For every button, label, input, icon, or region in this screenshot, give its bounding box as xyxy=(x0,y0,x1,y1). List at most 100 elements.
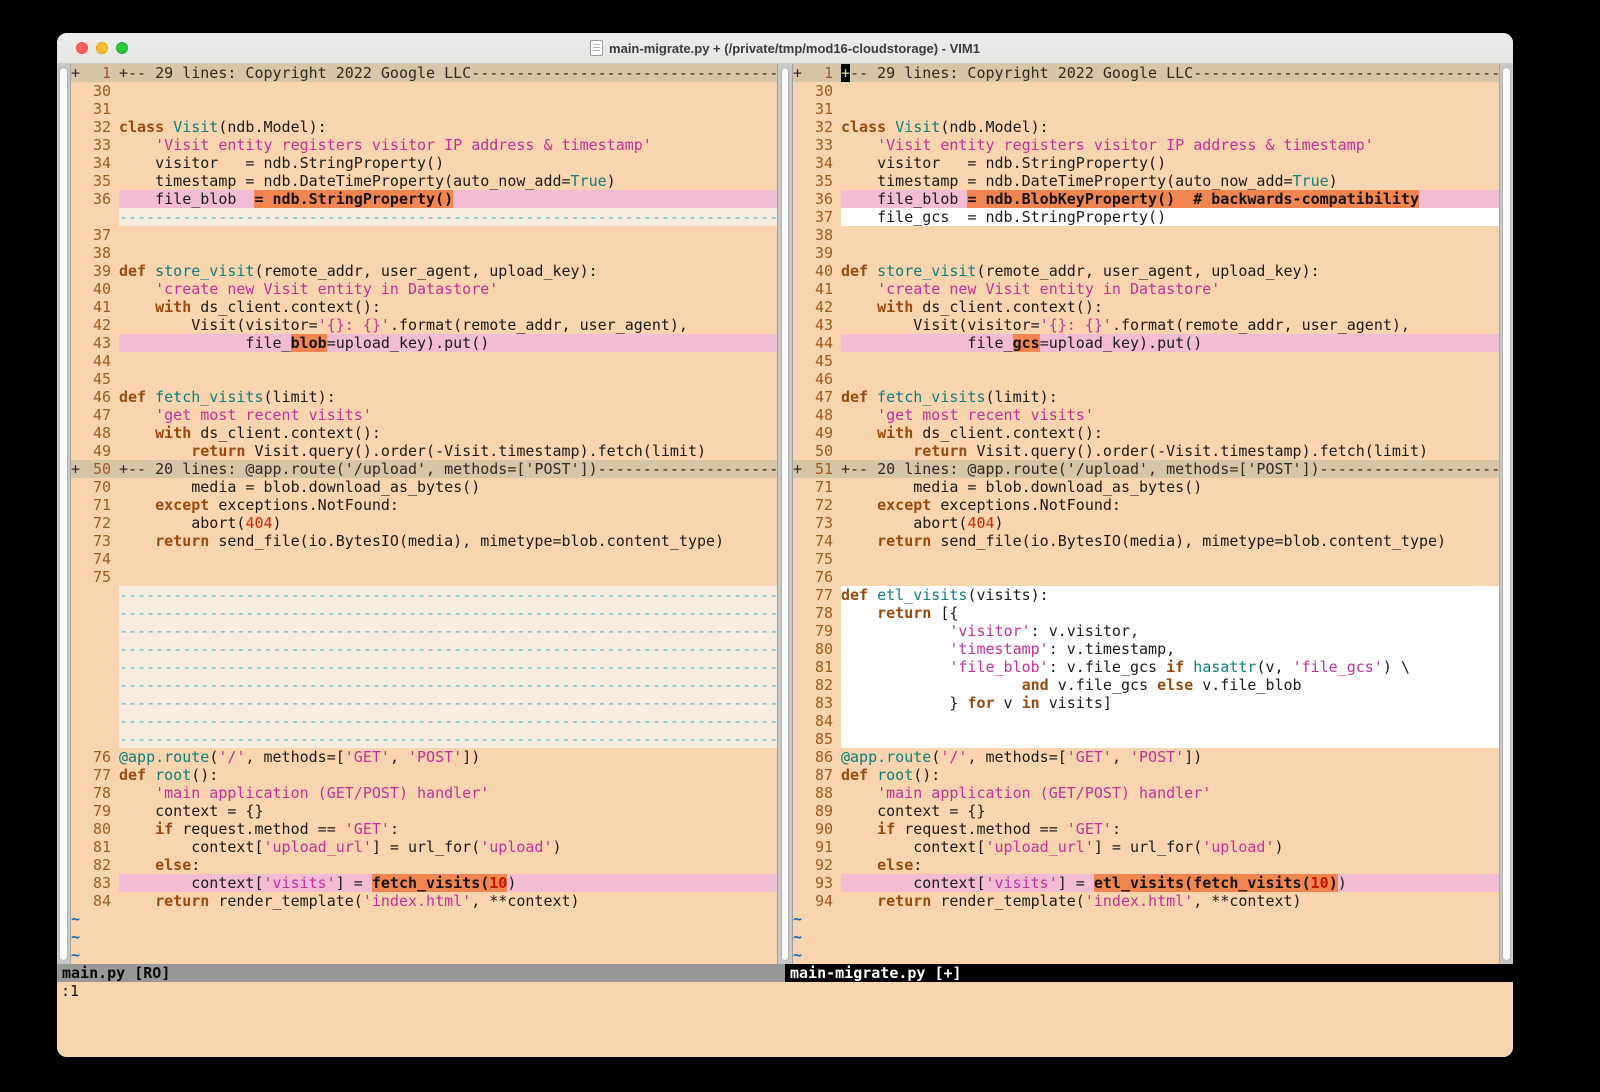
code-line[interactable]: 33 'Visit entity registers visitor IP ad… xyxy=(793,136,1499,154)
code-line[interactable]: 38 xyxy=(793,226,1499,244)
code-line[interactable]: 36 file_blob = ndb.BlobKeyProperty() # b… xyxy=(793,190,1499,208)
empty-buffer-line[interactable]: ~ xyxy=(71,910,777,928)
separator-thumb[interactable] xyxy=(781,67,789,961)
code-line[interactable]: 82 else: xyxy=(71,856,777,874)
code-line[interactable]: 43 file_blob=upload_key).put() xyxy=(71,334,777,352)
code-line[interactable]: 86@app.route('/', methods=['GET', 'POST'… xyxy=(793,748,1499,766)
code-line[interactable]: 83 context['visits'] = fetch_visits(10) xyxy=(71,874,777,892)
code-line[interactable]: 76@app.route('/', methods=['GET', 'POST'… xyxy=(71,748,777,766)
empty-buffer-line[interactable]: ~ xyxy=(71,928,777,946)
code-line[interactable]: 73 abort(404) xyxy=(793,514,1499,532)
code-line[interactable]: 32class Visit(ndb.Model): xyxy=(71,118,777,136)
code-line[interactable]: 78 return [{ xyxy=(793,604,1499,622)
code-line[interactable]: 74 return send_file(io.BytesIO(media), m… xyxy=(793,532,1499,550)
code-line[interactable]: 46 xyxy=(793,370,1499,388)
code-line[interactable]: 94 return render_template('index.html', … xyxy=(793,892,1499,910)
code-line[interactable]: 39def store_visit(remote_addr, user_agen… xyxy=(71,262,777,280)
code-line[interactable]: 80 'timestamp': v.timestamp, xyxy=(793,640,1499,658)
code-line[interactable]: 71 media = blob.download_as_bytes() xyxy=(793,478,1499,496)
code-line[interactable]: 75 xyxy=(793,550,1499,568)
close-button[interactable] xyxy=(76,42,88,54)
code-line[interactable]: 32class Visit(ndb.Model): xyxy=(793,118,1499,136)
code-line[interactable]: 82 and v.file_gcs else v.file_blob xyxy=(793,676,1499,694)
code-line[interactable]: 44 file_gcs=upload_key).put() xyxy=(793,334,1499,352)
code-line[interactable]: 45 xyxy=(71,370,777,388)
left-pane-main-py[interactable]: +1+-- 29 lines: Copyright 2022 Google LL… xyxy=(71,64,777,964)
right-scrollbar-thumb[interactable] xyxy=(1502,67,1511,961)
diff-filler-line[interactable]: ----------------------------------------… xyxy=(71,676,777,694)
code-line[interactable]: 41 with ds_client.context(): xyxy=(71,298,777,316)
code-line[interactable]: 35 timestamp = ndb.DateTimeProperty(auto… xyxy=(71,172,777,190)
code-line[interactable]: 76 xyxy=(793,568,1499,586)
statusline-main-py[interactable]: main.py [RO] xyxy=(57,964,785,982)
diff-filler-line[interactable]: ----------------------------------------… xyxy=(71,730,777,748)
code-line[interactable]: 38 xyxy=(71,244,777,262)
code-line[interactable]: 37 xyxy=(71,226,777,244)
code-line[interactable]: 83 } for v in visits] xyxy=(793,694,1499,712)
empty-buffer-line[interactable]: ~ xyxy=(793,946,1499,964)
code-line[interactable]: 74 xyxy=(71,550,777,568)
code-line[interactable]: 71 except exceptions.NotFound: xyxy=(71,496,777,514)
code-line[interactable]: 81 context['upload_url'] = url_for('uplo… xyxy=(71,838,777,856)
code-line[interactable]: 34 visitor = ndb.StringProperty() xyxy=(71,154,777,172)
diff-filler-line[interactable]: ----------------------------------------… xyxy=(71,622,777,640)
diff-filler-line[interactable]: ----------------------------------------… xyxy=(71,208,777,226)
code-line[interactable]: 40def store_visit(remote_addr, user_agen… xyxy=(793,262,1499,280)
code-line[interactable]: 30 xyxy=(71,82,777,100)
code-line[interactable]: 90 if request.method == 'GET': xyxy=(793,820,1499,838)
vertical-split-separator[interactable] xyxy=(777,64,793,964)
code-line[interactable]: 84 return render_template('index.html', … xyxy=(71,892,777,910)
code-line[interactable]: 48 with ds_client.context(): xyxy=(71,424,777,442)
code-line[interactable]: 42 with ds_client.context(): xyxy=(793,298,1499,316)
code-line[interactable]: 87def root(): xyxy=(793,766,1499,784)
zoom-button[interactable] xyxy=(116,42,128,54)
code-line[interactable]: 30 xyxy=(793,82,1499,100)
diff-filler-line[interactable]: ----------------------------------------… xyxy=(71,694,777,712)
code-line[interactable]: 47 'get most recent visits' xyxy=(71,406,777,424)
diff-filler-line[interactable]: ----------------------------------------… xyxy=(71,604,777,622)
code-line[interactable]: 39 xyxy=(793,244,1499,262)
code-line[interactable]: 31 xyxy=(793,100,1499,118)
fold-line[interactable]: +1+-- 29 lines: Copyright 2022 Google LL… xyxy=(793,64,1499,82)
code-line[interactable]: 81 'file_blob': v.file_gcs if hasattr(v,… xyxy=(793,658,1499,676)
right-scrollbar[interactable] xyxy=(1499,64,1513,964)
statusline-main-migrate-py[interactable]: main-migrate.py [+] xyxy=(785,964,1513,982)
code-line[interactable]: 44 xyxy=(71,352,777,370)
code-line[interactable]: 49 with ds_client.context(): xyxy=(793,424,1499,442)
right-pane-main-migrate-py[interactable]: +1+-- 29 lines: Copyright 2022 Google LL… xyxy=(793,64,1499,964)
code-line[interactable]: 78 'main application (GET/POST) handler' xyxy=(71,784,777,802)
code-line[interactable]: 31 xyxy=(71,100,777,118)
code-line[interactable]: 73 return send_file(io.BytesIO(media), m… xyxy=(71,532,777,550)
code-line[interactable]: 72 except exceptions.NotFound: xyxy=(793,496,1499,514)
code-line[interactable]: 36 file_blob = ndb.StringProperty() xyxy=(71,190,777,208)
empty-buffer-line[interactable]: ~ xyxy=(793,910,1499,928)
code-line[interactable]: 42 Visit(visitor='{}: {}'.format(remote_… xyxy=(71,316,777,334)
code-line[interactable]: 49 return Visit.query().order(-Visit.tim… xyxy=(71,442,777,460)
code-line[interactable]: 70 media = blob.download_as_bytes() xyxy=(71,478,777,496)
code-line[interactable]: 89 context = {} xyxy=(793,802,1499,820)
code-line[interactable]: 79 'visitor': v.visitor, xyxy=(793,622,1499,640)
code-line[interactable]: 46def fetch_visits(limit): xyxy=(71,388,777,406)
minimize-button[interactable] xyxy=(96,42,108,54)
title-bar[interactable]: main-migrate.py + (/private/tmp/mod16-cl… xyxy=(57,33,1513,64)
code-line[interactable]: 40 'create new Visit entity in Datastore… xyxy=(71,280,777,298)
code-line[interactable]: 33 'Visit entity registers visitor IP ad… xyxy=(71,136,777,154)
code-line[interactable]: 80 if request.method == 'GET': xyxy=(71,820,777,838)
code-line[interactable]: 84 xyxy=(793,712,1499,730)
diff-filler-line[interactable]: ----------------------------------------… xyxy=(71,640,777,658)
code-line[interactable]: 93 context['visits'] = etl_visits(fetch_… xyxy=(793,874,1499,892)
command-line[interactable]: :1 xyxy=(57,982,1513,1000)
diff-filler-line[interactable]: ----------------------------------------… xyxy=(71,586,777,604)
left-scrollbar[interactable] xyxy=(57,64,71,964)
diff-filler-line[interactable]: ----------------------------------------… xyxy=(71,658,777,676)
fold-line[interactable]: +51+-- 20 lines: @app.route('/upload', m… xyxy=(793,460,1499,478)
left-scrollbar-thumb[interactable] xyxy=(59,67,68,961)
code-line[interactable]: 41 'create new Visit entity in Datastore… xyxy=(793,280,1499,298)
code-line[interactable]: 92 else: xyxy=(793,856,1499,874)
code-line[interactable]: 37 file_gcs = ndb.StringProperty() xyxy=(793,208,1499,226)
code-line[interactable]: 75 xyxy=(71,568,777,586)
code-line[interactable]: 47def fetch_visits(limit): xyxy=(793,388,1499,406)
empty-buffer-line[interactable]: ~ xyxy=(71,946,777,964)
code-line[interactable]: 35 timestamp = ndb.DateTimeProperty(auto… xyxy=(793,172,1499,190)
code-line[interactable]: 85 xyxy=(793,730,1499,748)
